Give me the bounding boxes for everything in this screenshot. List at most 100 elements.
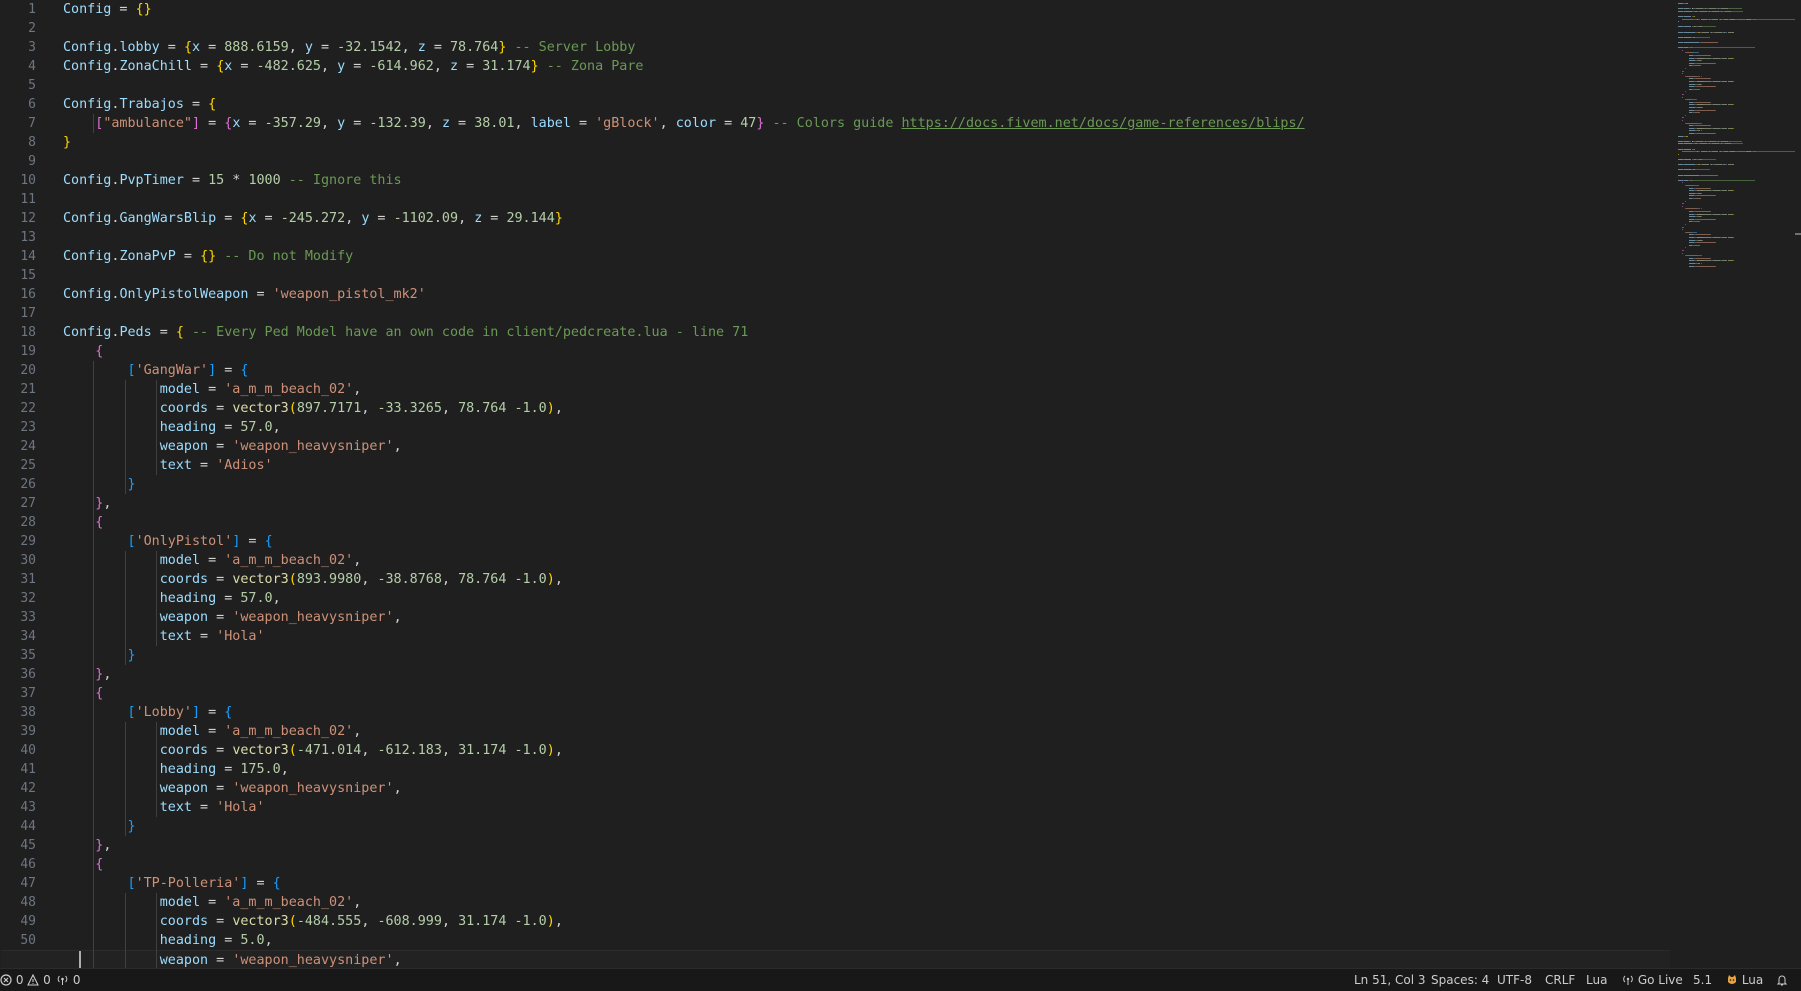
- code-line[interactable]: {: [63, 513, 103, 532]
- code-editor[interactable]: 1 2 3 4 5 6 7 8 9 10 11 12 13 14 15 16 17 18 19 20 21 22 23 24 2…: [0, 0, 1670, 968]
- line-number[interactable]: 45: [20, 836, 36, 855]
- line-number[interactable]: 31: [20, 570, 36, 589]
- code-line[interactable]: ['OnlyPistol'] = {: [63, 532, 273, 551]
- line-number[interactable]: 33: [20, 608, 36, 627]
- line-number[interactable]: 29: [20, 532, 36, 551]
- code-line[interactable]: heading = 57.0,: [63, 589, 281, 608]
- code-line[interactable]: model = 'a_m_m_beach_02',: [63, 893, 362, 912]
- line-number[interactable]: 8: [28, 133, 36, 152]
- code-area[interactable]: Config = {} Config.lobby = {x = 888.6159,…: [1, 0, 1670, 968]
- code-line[interactable]: {: [63, 684, 103, 703]
- line-number[interactable]: 3: [28, 38, 36, 57]
- line-number-gutter[interactable]: 1 2 3 4 5 6 7 8 9 10 11 12 13 14 15 16 17 18 19 20 21 22 23 24 2…: [0, 0, 46, 968]
- code-line[interactable]: Config.ZonaPvP = {} -- Do not Modify: [63, 247, 353, 266]
- line-number[interactable]: 18: [20, 323, 36, 342]
- line-number[interactable]: 4: [28, 57, 36, 76]
- code-line[interactable]: model = 'a_m_m_beach_02',: [63, 722, 362, 741]
- code-line[interactable]: heading = 175.0,: [63, 760, 289, 779]
- code-line[interactable]: model = 'a_m_m_beach_02',: [63, 380, 362, 399]
- line-number[interactable]: 39: [20, 722, 36, 741]
- line-number[interactable]: 42: [20, 779, 36, 798]
- line-number[interactable]: 47: [20, 874, 36, 893]
- line-number[interactable]: 24: [20, 437, 36, 456]
- notifications-bell[interactable]: [1776, 969, 1788, 991]
- line-number[interactable]: 6: [28, 95, 36, 114]
- code-line[interactable]: weapon = 'weapon_heavysniper',: [63, 779, 402, 798]
- code-line[interactable]: Config.OnlyPistolWeapon = 'weapon_pistol…: [63, 285, 426, 304]
- line-number[interactable]: 9: [28, 152, 36, 171]
- lua-version[interactable]: 5.1: [1693, 969, 1712, 991]
- encoding[interactable]: UTF-8: [1497, 969, 1532, 991]
- line-number[interactable]: 26: [20, 475, 36, 494]
- code-line[interactable]: },: [63, 494, 111, 513]
- line-number[interactable]: 7: [28, 114, 36, 133]
- line-number[interactable]: 2: [28, 19, 36, 38]
- code-line[interactable]: {: [63, 855, 103, 874]
- code-line[interactable]: Config.Peds = { -- Every Ped Model have …: [63, 323, 748, 342]
- line-number[interactable]: 25: [20, 456, 36, 475]
- code-line[interactable]: Config.lobby = {x = 888.6159, y = -32.15…: [63, 38, 635, 57]
- line-number[interactable]: 28: [20, 513, 36, 532]
- line-number[interactable]: 43: [20, 798, 36, 817]
- code-line[interactable]: Config.GangWarsBlip = {x = -245.272, y =…: [63, 209, 563, 228]
- line-number[interactable]: 37: [20, 684, 36, 703]
- line-number[interactable]: 10: [20, 171, 36, 190]
- line-ending[interactable]: CRLF: [1545, 969, 1575, 991]
- line-number[interactable]: 1: [28, 0, 36, 19]
- code-line[interactable]: Config = {}: [63, 0, 152, 19]
- code-line[interactable]: coords = vector3(893.9980, -38.8768, 78.…: [63, 570, 563, 589]
- code-line[interactable]: text = 'Adios': [63, 456, 273, 475]
- code-line[interactable]: ["ambulance"] = {x = -357.29, y = -132.3…: [63, 114, 1305, 133]
- code-line[interactable]: Config.PvpTimer = 15 * 1000 -- Ignore th…: [63, 171, 402, 190]
- line-number[interactable]: 32: [20, 589, 36, 608]
- line-number[interactable]: 40: [20, 741, 36, 760]
- code-line[interactable]: ['Lobby'] = {: [63, 703, 233, 722]
- line-number[interactable]: 27: [20, 494, 36, 513]
- code-line[interactable]: }: [63, 133, 71, 152]
- vertical-scrollbar[interactable]: [1795, 0, 1801, 968]
- line-number[interactable]: 23: [20, 418, 36, 437]
- code-line[interactable]: {: [63, 342, 103, 361]
- line-number[interactable]: 36: [20, 665, 36, 684]
- ports-indicator[interactable]: 0: [56, 969, 80, 991]
- line-number[interactable]: 38: [20, 703, 36, 722]
- line-number[interactable]: 14: [20, 247, 36, 266]
- line-number[interactable]: 20: [20, 361, 36, 380]
- code-line[interactable]: weapon = 'weapon_heavysniper',: [63, 608, 402, 627]
- line-number[interactable]: 49: [20, 912, 36, 931]
- code-line[interactable]: ['GangWar'] = {: [63, 361, 249, 380]
- line-number[interactable]: 50: [20, 931, 36, 950]
- line-number[interactable]: 11: [20, 190, 36, 209]
- code-line[interactable]: },: [63, 665, 111, 684]
- code-line[interactable]: coords = vector3(-471.014, -612.183, 31.…: [63, 741, 563, 760]
- line-number[interactable]: 17: [20, 304, 36, 323]
- line-number[interactable]: 15: [20, 266, 36, 285]
- line-number[interactable]: 19: [20, 342, 36, 361]
- line-number[interactable]: 16: [20, 285, 36, 304]
- indentation[interactable]: Spaces: 4: [1431, 969, 1489, 991]
- code-link[interactable]: https://docs.fivem.net/docs/game-referen…: [902, 116, 1305, 131]
- code-line[interactable]: coords = vector3(-484.555, -608.999, 31.…: [63, 912, 563, 931]
- code-line[interactable]: weapon = 'weapon_heavysniper',: [1, 950, 1670, 968]
- lua-server-status[interactable]: Lua: [1726, 969, 1763, 991]
- line-number[interactable]: 5: [28, 76, 36, 95]
- code-line[interactable]: },: [63, 836, 111, 855]
- code-line[interactable]: ['TP-Polleria'] = {: [63, 874, 281, 893]
- line-number[interactable]: 21: [20, 380, 36, 399]
- code-line[interactable]: Config.ZonaChill = {x = -482.625, y = -6…: [63, 57, 644, 76]
- line-number[interactable]: 30: [20, 551, 36, 570]
- go-live-button[interactable]: Go Live: [1622, 969, 1683, 991]
- code-line[interactable]: Config.Trabajos = {: [63, 95, 216, 114]
- code-line[interactable]: heading = 5.0,: [63, 931, 273, 950]
- line-number[interactable]: 13: [20, 228, 36, 247]
- line-number[interactable]: 44: [20, 817, 36, 836]
- code-line[interactable]: coords = vector3(897.7171, -33.3265, 78.…: [63, 399, 563, 418]
- line-number[interactable]: 46: [20, 855, 36, 874]
- line-number[interactable]: 48: [20, 893, 36, 912]
- line-number[interactable]: 12: [20, 209, 36, 228]
- code-line[interactable]: heading = 57.0,: [63, 418, 281, 437]
- line-number[interactable]: 22: [20, 399, 36, 418]
- line-number[interactable]: 34: [20, 627, 36, 646]
- problems-indicator[interactable]: 0 0: [0, 969, 51, 991]
- code-line[interactable]: model = 'a_m_m_beach_02',: [63, 551, 362, 570]
